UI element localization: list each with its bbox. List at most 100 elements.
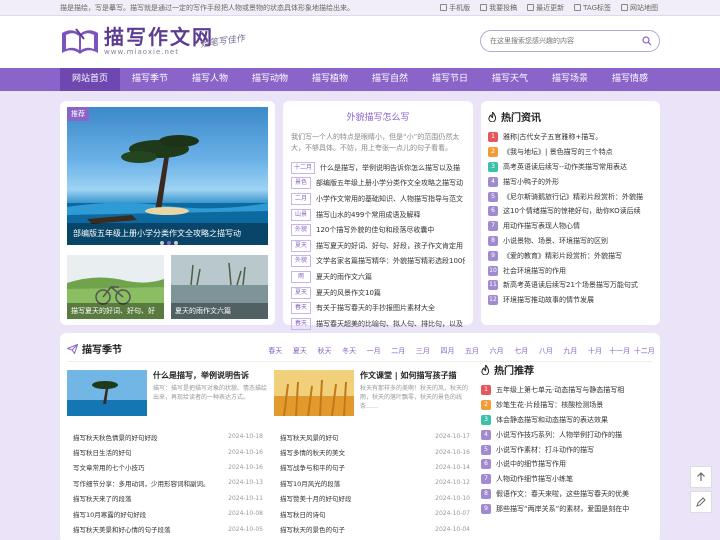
- tab-spring[interactable]: 春天: [263, 346, 288, 356]
- list-item[interactable]: 描写秋天的景色的句子 2024-10-04: [280, 521, 470, 536]
- recent-link[interactable]: 最近更新: [527, 3, 564, 13]
- list-item[interactable]: 十二月 什么是描写，举例说明告诉你怎么描写以及描: [291, 160, 465, 176]
- nav-animals[interactable]: 描写动物: [240, 68, 300, 91]
- category-tag[interactable]: 春天: [291, 317, 311, 330]
- list-item[interactable]: 11 新高考英语读后续写21个场景描写万能句式: [488, 278, 653, 293]
- list-item[interactable]: 描写战争与和平的句子 2024-10-14: [280, 460, 470, 475]
- nav-home[interactable]: 网站首页: [60, 68, 120, 91]
- tab-winter[interactable]: 冬天: [337, 346, 362, 356]
- site-logo[interactable]: 描写作文网 www.miaoxie.net: [60, 25, 214, 57]
- list-item[interactable]: 7 人物动作细节描写小练笔: [481, 472, 653, 487]
- article-link[interactable]: 文学名家名篇描写精华：外貌描写精彩选段100例: [316, 256, 465, 266]
- list-item[interactable]: 7 用动作描写表现人物心情: [488, 219, 653, 234]
- article-link[interactable]: 夏天的雨作文六篇: [316, 272, 372, 282]
- article-link[interactable]: 描写春天超美的比喻句、拟人句、排比句，以及: [316, 319, 463, 329]
- category-tag[interactable]: 山景: [291, 208, 311, 221]
- nav-scenes[interactable]: 描写场景: [540, 68, 600, 91]
- tab-autumn[interactable]: 秋天: [312, 346, 337, 356]
- article-link[interactable]: 120个描写外貌的佳句和段落尽收囊中: [316, 225, 434, 235]
- tab-month-6[interactable]: 六月: [484, 346, 509, 356]
- featured-title[interactable]: 外貌描写怎么写: [291, 110, 465, 123]
- list-item[interactable]: 5 小说写作素材：打斗动作的描写: [481, 442, 653, 457]
- list-item[interactable]: 描写秋天来了的段落 2024-10-11: [73, 491, 263, 506]
- slider-dot[interactable]: [160, 241, 164, 245]
- nav-plants[interactable]: 描写植物: [300, 68, 360, 91]
- list-item[interactable]: 外貌 文学名家名篇描写精华：外貌描写精彩选段100例: [291, 254, 465, 270]
- list-item[interactable]: 描写赞美十月的好句好段 2024-10-10: [280, 491, 470, 506]
- list-item[interactable]: 8 假语作文：春天来啦，这些描写春天的优美: [481, 487, 653, 502]
- list-item[interactable]: 9 《爱的教育》精彩片段赏析：外貌描写: [488, 248, 653, 263]
- category-tag[interactable]: 夏天: [291, 239, 311, 252]
- article-link[interactable]: 描写夏天的好词、好句、好段，孩子作文肯定用: [316, 241, 463, 251]
- nav-weather[interactable]: 描写天气: [480, 68, 540, 91]
- slider-dot-active[interactable]: [167, 241, 171, 245]
- feature-thumbnail[interactable]: [274, 370, 354, 416]
- nav-festivals[interactable]: 描写节日: [420, 68, 480, 91]
- list-item[interactable]: 1 雅称|古代女子五官雅称+描写。: [488, 130, 653, 145]
- list-item[interactable]: 描写秋天秋色情景的好句好段 2024-10-18: [73, 429, 263, 444]
- tab-month-3[interactable]: 三月: [411, 346, 436, 356]
- tags-link[interactable]: TAG标签: [574, 3, 611, 13]
- list-item[interactable]: 夏天 夏天的风景作文10篇: [291, 285, 465, 301]
- nav-people[interactable]: 描写人物: [180, 68, 240, 91]
- list-item[interactable]: 12 环境描写推动故事的情节发展: [488, 293, 653, 308]
- list-item[interactable]: 夏天 描写夏天的好词、好句、好段，孩子作文肯定用: [291, 238, 465, 254]
- category-tag[interactable]: 十二月: [291, 161, 316, 174]
- feature-article[interactable]: 什么是描写，举例说明告诉 描写：描写是把描写对象的状貌、情态描绘出来，再现给读者…: [67, 370, 267, 420]
- list-item[interactable]: 2 《我与地坛》| 景色描写的三个特点: [488, 145, 653, 160]
- list-item[interactable]: 写作细节分享：多用动词，少用形容词和副词。 2024-10-13: [73, 475, 263, 490]
- list-item[interactable]: 10 社会环境描写的作用: [488, 263, 653, 278]
- list-item[interactable]: 春天 描写春天超美的比喻句、拟人句、排比句，以及: [291, 316, 465, 332]
- search-button[interactable]: [636, 32, 658, 50]
- tab-month-1[interactable]: 一月: [361, 346, 386, 356]
- list-item[interactable]: 4 描写小鸭子的外形: [488, 174, 653, 189]
- tab-month-7[interactable]: 七月: [509, 346, 534, 356]
- nav-seasons[interactable]: 描写季节: [120, 68, 180, 91]
- category-tag[interactable]: 外貌: [291, 255, 311, 268]
- list-item[interactable]: 8 小说景物、场景、环境描写的区别: [488, 234, 653, 249]
- season-title[interactable]: 描写季节: [67, 341, 122, 356]
- sub-image-rain[interactable]: 夏天的雨作文六篇: [171, 255, 268, 319]
- article-link[interactable]: 什么是描写，举例说明告诉你怎么描写以及描: [320, 163, 460, 173]
- article-link[interactable]: 描写山水的499个常用成语及解释: [316, 210, 420, 220]
- article-link[interactable]: 小学作文常用的基础知识、人物描写指导与范文: [316, 194, 463, 204]
- list-item[interactable]: 1 五年级上第七单元·动态描写与静态描写相: [481, 383, 653, 398]
- list-item[interactable]: 9 那些描写“两岸关系”的素材，爱国是刻在中: [481, 501, 653, 516]
- tab-month-9[interactable]: 九月: [558, 346, 583, 356]
- mobile-link[interactable]: 手机版: [440, 3, 470, 13]
- back-to-top-button[interactable]: [690, 466, 712, 488]
- list-item[interactable]: 描写10月寒露的好句好段 2024-10-08: [73, 506, 263, 521]
- list-item[interactable]: 景色 部编版五年级上册小学分类作文全攻略之描写动: [291, 176, 465, 192]
- sub-image-summer[interactable]: 描写夏天的好词、好句、好: [67, 255, 164, 319]
- list-item[interactable]: 6 小说中的细节描写作用: [481, 457, 653, 472]
- list-item[interactable]: 2 妙笔生花·片段描写：核酸检测场景: [481, 398, 653, 413]
- list-item[interactable]: 描写秋日生活的好句 2024-10-16: [73, 444, 263, 459]
- list-item[interactable]: 描写秋日的诗句 2024-10-07: [280, 506, 470, 521]
- tab-month-10[interactable]: 十月: [583, 346, 608, 356]
- list-item[interactable]: 4 小说写作技巧系列：人物举例打动作的描: [481, 427, 653, 442]
- feature-article[interactable]: 作文课堂 | 如何描写孩子描 秋天有那样多的美啊！秋天的风，秋天的雨，秋天的落叶…: [274, 370, 474, 420]
- feature-title[interactable]: 作文课堂 | 如何描写孩子描: [360, 370, 474, 381]
- tab-month-4[interactable]: 四月: [435, 346, 460, 356]
- tab-month-5[interactable]: 五月: [460, 346, 485, 356]
- list-item[interactable]: 描写10月风光的段落 2024-10-12: [280, 475, 470, 490]
- nav-emotions[interactable]: 描写情感: [600, 68, 660, 91]
- list-item[interactable]: 3 体会静态描写和动态描写的表达效果: [481, 413, 653, 428]
- list-item[interactable]: 5 《尼尔斯骑鹅旅行记》精彩片段赏析：外貌描: [488, 189, 653, 204]
- list-item[interactable]: 写文章常用的七个小技巧 2024-10-16: [73, 460, 263, 475]
- slide-main-image[interactable]: 部编版五年级上册小学分类作文全攻略之描写动: [67, 107, 268, 245]
- tab-month-11[interactable]: 十一月: [607, 346, 632, 356]
- category-tag[interactable]: 春天: [291, 302, 311, 315]
- article-link[interactable]: 有关于描写春天的手抄报图片素材大全: [316, 303, 435, 313]
- article-link[interactable]: 夏天的风景作文10篇: [316, 288, 381, 298]
- list-item[interactable]: 二月 小学作文常用的基础知识、人物描写指导与范文: [291, 191, 465, 207]
- category-tag[interactable]: 雨: [291, 270, 311, 283]
- tab-month-8[interactable]: 八月: [534, 346, 559, 356]
- category-tag[interactable]: 景色: [291, 177, 311, 190]
- feedback-button[interactable]: [690, 491, 712, 513]
- list-item[interactable]: 描写秋天风景的好句 2024-10-17: [280, 429, 470, 444]
- category-tag[interactable]: 夏天: [291, 286, 311, 299]
- list-item[interactable]: 雨夏天的雨作文六篇: [291, 269, 465, 285]
- category-tag[interactable]: 外貌: [291, 224, 311, 237]
- list-item[interactable]: 春天 有关于描写春天的手抄报图片素材大全: [291, 300, 465, 316]
